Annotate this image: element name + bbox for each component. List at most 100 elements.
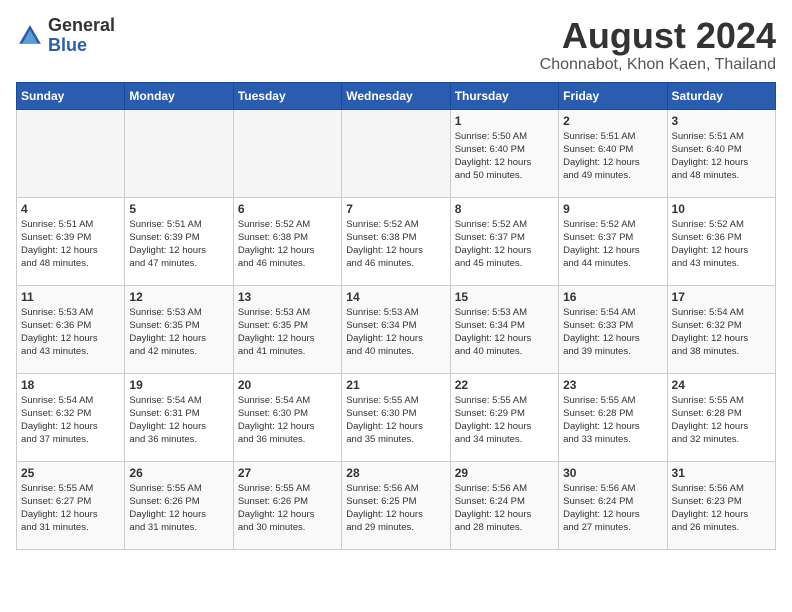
day-number: 10 bbox=[672, 202, 771, 216]
day-info: Sunrise: 5:54 AM Sunset: 6:30 PM Dayligh… bbox=[238, 394, 337, 447]
day-info: Sunrise: 5:55 AM Sunset: 6:26 PM Dayligh… bbox=[238, 482, 337, 535]
day-info: Sunrise: 5:53 AM Sunset: 6:34 PM Dayligh… bbox=[346, 306, 445, 359]
calendar-cell bbox=[125, 109, 233, 197]
calendar-cell: 1 Sunrise: 5:50 AM Sunset: 6:40 PM Daylig… bbox=[450, 109, 558, 197]
week-row-3: 11 Sunrise: 5:53 AM Sunset: 6:36 PM Dayli… bbox=[17, 285, 776, 373]
calendar-cell: 6 Sunrise: 5:52 AM Sunset: 6:38 PM Daylig… bbox=[233, 197, 341, 285]
day-info: Sunrise: 5:52 AM Sunset: 6:36 PM Dayligh… bbox=[672, 218, 771, 271]
day-info: Sunrise: 5:55 AM Sunset: 6:30 PM Dayligh… bbox=[346, 394, 445, 447]
calendar-cell: 19Sunrise: 5:54 AM Sunset: 6:31 PM Dayli… bbox=[125, 373, 233, 461]
calendar-cell: 26Sunrise: 5:55 AM Sunset: 6:26 PM Dayli… bbox=[125, 461, 233, 549]
week-row-1: 1 Sunrise: 5:50 AM Sunset: 6:40 PM Daylig… bbox=[17, 109, 776, 197]
weekday-header-sunday: Sunday bbox=[17, 82, 125, 109]
logo-general: General bbox=[48, 15, 115, 35]
weekday-header-thursday: Thursday bbox=[450, 82, 558, 109]
day-info: Sunrise: 5:53 AM Sunset: 6:35 PM Dayligh… bbox=[238, 306, 337, 359]
day-info: Sunrise: 5:51 AM Sunset: 6:39 PM Dayligh… bbox=[129, 218, 228, 271]
day-number: 23 bbox=[563, 378, 662, 392]
day-number: 13 bbox=[238, 290, 337, 304]
day-info: Sunrise: 5:50 AM Sunset: 6:40 PM Dayligh… bbox=[455, 130, 554, 183]
weekday-header-friday: Friday bbox=[559, 82, 667, 109]
day-number: 29 bbox=[455, 466, 554, 480]
day-info: Sunrise: 5:51 AM Sunset: 6:39 PM Dayligh… bbox=[21, 218, 120, 271]
day-info: Sunrise: 5:54 AM Sunset: 6:33 PM Dayligh… bbox=[563, 306, 662, 359]
day-info: Sunrise: 5:55 AM Sunset: 6:28 PM Dayligh… bbox=[672, 394, 771, 447]
logo-blue: Blue bbox=[48, 35, 87, 55]
day-number: 21 bbox=[346, 378, 445, 392]
calendar-cell: 5 Sunrise: 5:51 AM Sunset: 6:39 PM Daylig… bbox=[125, 197, 233, 285]
day-info: Sunrise: 5:52 AM Sunset: 6:38 PM Dayligh… bbox=[346, 218, 445, 271]
header: General Blue August 2024 Chonnabot, Khon… bbox=[16, 16, 776, 74]
weekday-header-wednesday: Wednesday bbox=[342, 82, 450, 109]
day-number: 19 bbox=[129, 378, 228, 392]
calendar-subtitle: Chonnabot, Khon Kaen, Thailand bbox=[540, 56, 776, 74]
logo: General Blue bbox=[16, 16, 115, 56]
day-number: 25 bbox=[21, 466, 120, 480]
calendar-title: August 2024 bbox=[540, 16, 776, 56]
day-info: Sunrise: 5:56 AM Sunset: 6:25 PM Dayligh… bbox=[346, 482, 445, 535]
calendar-cell: 23 Sunrise: 5:55 AM Sunset: 6:28 PM Dayli… bbox=[559, 373, 667, 461]
calendar-cell bbox=[17, 109, 125, 197]
week-row-5: 25 Sunrise: 5:55 AM Sunset: 6:27 PM Dayli… bbox=[17, 461, 776, 549]
day-info: Sunrise: 5:53 AM Sunset: 6:36 PM Dayligh… bbox=[21, 306, 120, 359]
day-number: 1 bbox=[455, 114, 554, 128]
day-info: Sunrise: 5:56 AM Sunset: 6:24 PM Dayligh… bbox=[563, 482, 662, 535]
day-info: Sunrise: 5:55 AM Sunset: 6:28 PM Dayligh… bbox=[563, 394, 662, 447]
calendar-cell: 3 Sunrise: 5:51 AM Sunset: 6:40 PM Daylig… bbox=[667, 109, 775, 197]
day-info: Sunrise: 5:52 AM Sunset: 6:37 PM Dayligh… bbox=[455, 218, 554, 271]
calendar-body: 1 Sunrise: 5:50 AM Sunset: 6:40 PM Daylig… bbox=[17, 109, 776, 549]
calendar-cell: 10 Sunrise: 5:52 AM Sunset: 6:36 PM Dayli… bbox=[667, 197, 775, 285]
calendar-cell: 21 Sunrise: 5:55 AM Sunset: 6:30 PM Dayli… bbox=[342, 373, 450, 461]
day-info: Sunrise: 5:56 AM Sunset: 6:24 PM Dayligh… bbox=[455, 482, 554, 535]
day-info: Sunrise: 5:56 AM Sunset: 6:23 PM Dayligh… bbox=[672, 482, 771, 535]
day-info: Sunrise: 5:51 AM Sunset: 6:40 PM Dayligh… bbox=[563, 130, 662, 183]
day-number: 16 bbox=[563, 290, 662, 304]
day-info: Sunrise: 5:52 AM Sunset: 6:38 PM Dayligh… bbox=[238, 218, 337, 271]
day-number: 6 bbox=[238, 202, 337, 216]
calendar-cell: 13 Sunrise: 5:53 AM Sunset: 6:35 PM Dayli… bbox=[233, 285, 341, 373]
day-number: 17 bbox=[672, 290, 771, 304]
weekday-header-row: SundayMondayTuesdayWednesdayThursdayFrid… bbox=[17, 82, 776, 109]
day-info: Sunrise: 5:55 AM Sunset: 6:26 PM Dayligh… bbox=[129, 482, 228, 535]
calendar-cell: 27 Sunrise: 5:55 AM Sunset: 6:26 PM Dayli… bbox=[233, 461, 341, 549]
day-info: Sunrise: 5:54 AM Sunset: 6:32 PM Dayligh… bbox=[21, 394, 120, 447]
day-number: 2 bbox=[563, 114, 662, 128]
day-info: Sunrise: 5:51 AM Sunset: 6:40 PM Dayligh… bbox=[672, 130, 771, 183]
day-info: Sunrise: 5:54 AM Sunset: 6:32 PM Dayligh… bbox=[672, 306, 771, 359]
calendar-cell: 12Sunrise: 5:53 AM Sunset: 6:35 PM Dayli… bbox=[125, 285, 233, 373]
day-info: Sunrise: 5:53 AM Sunset: 6:35 PM Dayligh… bbox=[129, 306, 228, 359]
week-row-2: 4Sunrise: 5:51 AM Sunset: 6:39 PM Daylig… bbox=[17, 197, 776, 285]
day-info: Sunrise: 5:52 AM Sunset: 6:37 PM Dayligh… bbox=[563, 218, 662, 271]
logo-icon bbox=[16, 22, 44, 50]
day-number: 8 bbox=[455, 202, 554, 216]
calendar-cell: 7Sunrise: 5:52 AM Sunset: 6:38 PM Daylig… bbox=[342, 197, 450, 285]
calendar-cell: 31 Sunrise: 5:56 AM Sunset: 6:23 PM Dayli… bbox=[667, 461, 775, 549]
day-number: 9 bbox=[563, 202, 662, 216]
week-row-4: 18Sunrise: 5:54 AM Sunset: 6:32 PM Dayli… bbox=[17, 373, 776, 461]
day-number: 22 bbox=[455, 378, 554, 392]
day-number: 28 bbox=[346, 466, 445, 480]
day-number: 3 bbox=[672, 114, 771, 128]
calendar-cell: 22 Sunrise: 5:55 AM Sunset: 6:29 PM Dayli… bbox=[450, 373, 558, 461]
logo-text: General Blue bbox=[48, 16, 115, 56]
calendar-cell: 28 Sunrise: 5:56 AM Sunset: 6:25 PM Dayli… bbox=[342, 461, 450, 549]
calendar-cell: 2 Sunrise: 5:51 AM Sunset: 6:40 PM Daylig… bbox=[559, 109, 667, 197]
calendar-cell: 18Sunrise: 5:54 AM Sunset: 6:32 PM Dayli… bbox=[17, 373, 125, 461]
day-number: 27 bbox=[238, 466, 337, 480]
calendar-cell: 9 Sunrise: 5:52 AM Sunset: 6:37 PM Daylig… bbox=[559, 197, 667, 285]
day-number: 11 bbox=[21, 290, 120, 304]
calendar-cell: 29 Sunrise: 5:56 AM Sunset: 6:24 PM Dayli… bbox=[450, 461, 558, 549]
day-info: Sunrise: 5:55 AM Sunset: 6:27 PM Dayligh… bbox=[21, 482, 120, 535]
day-number: 24 bbox=[672, 378, 771, 392]
calendar-cell: 20Sunrise: 5:54 AM Sunset: 6:30 PM Dayli… bbox=[233, 373, 341, 461]
calendar-cell bbox=[342, 109, 450, 197]
day-info: Sunrise: 5:53 AM Sunset: 6:34 PM Dayligh… bbox=[455, 306, 554, 359]
calendar-cell: 8 Sunrise: 5:52 AM Sunset: 6:37 PM Daylig… bbox=[450, 197, 558, 285]
calendar-cell bbox=[233, 109, 341, 197]
calendar-cell: 24 Sunrise: 5:55 AM Sunset: 6:28 PM Dayli… bbox=[667, 373, 775, 461]
day-number: 5 bbox=[129, 202, 228, 216]
day-info: Sunrise: 5:55 AM Sunset: 6:29 PM Dayligh… bbox=[455, 394, 554, 447]
day-number: 31 bbox=[672, 466, 771, 480]
weekday-header-saturday: Saturday bbox=[667, 82, 775, 109]
weekday-header-monday: Monday bbox=[125, 82, 233, 109]
